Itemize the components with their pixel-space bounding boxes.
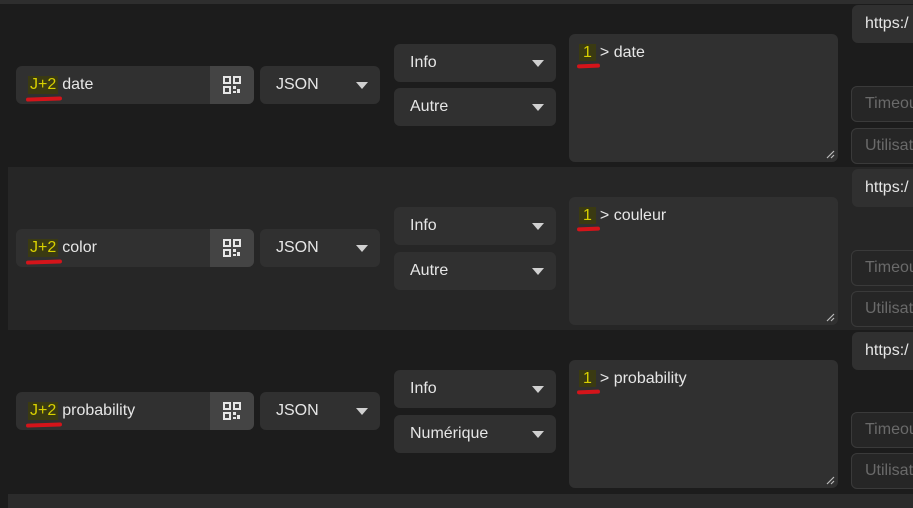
field-name-text: color	[62, 239, 97, 256]
mapping-row: J+2 color JSON Info Autre 1 > couleur htt…	[8, 167, 913, 330]
timeout-input[interactable]: Timeou	[851, 412, 913, 448]
category-select-value: Info	[410, 217, 437, 234]
format-select[interactable]: JSON	[260, 392, 380, 430]
timeout-placeholder: Timeou	[865, 259, 913, 276]
field-badge: J+2	[28, 402, 59, 420]
type-select-value: Numérique	[410, 425, 489, 442]
qr-code-button[interactable]	[210, 66, 254, 104]
user-input[interactable]: Utilisat	[851, 291, 913, 327]
qr-code-icon	[223, 76, 241, 94]
timeout-input[interactable]: Timeou	[851, 86, 913, 122]
url-value: https:/	[865, 15, 909, 32]
timeout-input[interactable]: Timeou	[851, 250, 913, 286]
mapping-path-text: > couleur	[599, 207, 667, 224]
category-select[interactable]: Info	[394, 370, 556, 408]
url-value: https:/	[865, 179, 909, 196]
qr-code-icon	[223, 239, 241, 257]
timeout-placeholder: Timeou	[865, 95, 913, 112]
timeout-placeholder: Timeou	[865, 421, 913, 438]
url-input[interactable]: https:/	[852, 332, 913, 370]
field-badge: J+2	[28, 76, 59, 94]
url-input[interactable]: https:/	[852, 5, 913, 43]
caret-down-icon	[532, 60, 544, 67]
type-select-value: Autre	[410, 98, 449, 115]
caret-down-icon	[532, 431, 544, 438]
category-select[interactable]: Info	[394, 44, 556, 82]
format-select-value: JSON	[276, 239, 319, 256]
bottom-divider	[8, 494, 913, 508]
mapping-number-badge: 1	[579, 44, 596, 61]
caret-down-icon	[532, 104, 544, 111]
user-placeholder: Utilisat	[865, 462, 913, 479]
mapping-number-badge: 1	[579, 207, 596, 224]
user-input[interactable]: Utilisat	[851, 453, 913, 489]
category-select[interactable]: Info	[394, 207, 556, 245]
field-name-text: date	[62, 76, 94, 93]
caret-down-icon	[532, 223, 544, 230]
caret-down-icon	[356, 245, 368, 252]
type-select-value: Autre	[410, 262, 449, 279]
caret-down-icon	[356, 408, 368, 415]
mapping-path-text: > probability	[599, 370, 687, 387]
mapping-row: J+2 probability JSON Info Numérique 1 > p…	[8, 330, 913, 493]
category-select-value: Info	[410, 380, 437, 397]
caret-down-icon	[532, 268, 544, 275]
qr-code-icon	[223, 402, 241, 420]
field-name-text: probability	[62, 402, 136, 419]
mapping-row: J+2 date JSON Info Autre 1 > date https:/	[8, 4, 913, 167]
resize-grip-icon[interactable]	[826, 313, 835, 322]
url-value: https:/	[865, 342, 909, 359]
resize-grip-icon[interactable]	[826, 476, 835, 485]
user-input[interactable]: Utilisat	[851, 128, 913, 164]
category-select-value: Info	[410, 54, 437, 71]
caret-down-icon	[532, 386, 544, 393]
format-select-value: JSON	[276, 402, 319, 419]
mapping-number-badge: 1	[579, 370, 596, 387]
user-placeholder: Utilisat	[865, 137, 913, 154]
qr-code-button[interactable]	[210, 392, 254, 430]
mapping-textarea[interactable]: 1 > couleur	[569, 197, 838, 325]
field-name-input[interactable]: J+2 probability	[16, 392, 254, 430]
qr-code-button[interactable]	[210, 229, 254, 267]
caret-down-icon	[356, 82, 368, 89]
mapping-textarea[interactable]: 1 > date	[569, 34, 838, 162]
format-select-value: JSON	[276, 76, 319, 93]
url-input[interactable]: https:/	[852, 169, 913, 207]
mapping-textarea[interactable]: 1 > probability	[569, 360, 838, 488]
format-select[interactable]: JSON	[260, 66, 380, 104]
format-select[interactable]: JSON	[260, 229, 380, 267]
resize-grip-icon[interactable]	[826, 150, 835, 159]
type-select[interactable]: Autre	[394, 88, 556, 126]
user-placeholder: Utilisat	[865, 300, 913, 317]
field-name-input[interactable]: J+2 color	[16, 229, 254, 267]
field-name-input[interactable]: J+2 date	[16, 66, 254, 104]
type-select[interactable]: Autre	[394, 252, 556, 290]
type-select[interactable]: Numérique	[394, 415, 556, 453]
field-badge: J+2	[28, 239, 59, 257]
mapping-path-text: > date	[599, 44, 645, 61]
